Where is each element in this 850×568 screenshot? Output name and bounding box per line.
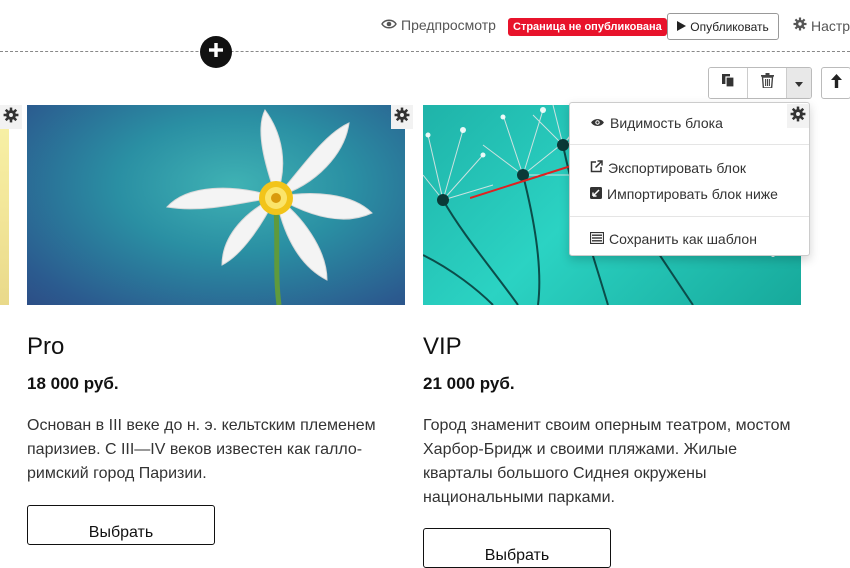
external-link-icon (590, 160, 603, 176)
publish-button[interactable]: Опубликовать (667, 13, 779, 40)
card-settings-button[interactable] (391, 105, 413, 129)
menu-item-visibility[interactable]: Видимость блока (590, 115, 723, 131)
plan-description: Город знаменит своим оперным театром, мо… (423, 417, 791, 506)
plan-price: 18 000 руб. (27, 374, 119, 393)
menu-item-save-template[interactable]: Сохранить как шаблон (589, 231, 757, 247)
menu-item-label: Импортировать блок ниже (607, 186, 778, 202)
publish-label: Опубликовать (690, 19, 769, 34)
gear-icon (394, 107, 410, 128)
menu-divider (570, 216, 809, 217)
choose-plan-button[interactable]: Выбрать (27, 505, 215, 545)
plus-circle-icon (208, 42, 224, 63)
menu-item-label: Сохранить как шаблон (609, 231, 757, 247)
plan-title: VIP (423, 333, 462, 360)
menu-divider (570, 144, 809, 145)
status-badge: Страница не опубликована (508, 18, 667, 36)
eye-icon (590, 115, 605, 131)
block-tools (708, 67, 812, 99)
gear-icon (3, 107, 19, 128)
gear-icon (790, 106, 806, 127)
move-up-button[interactable] (821, 67, 850, 99)
delete-block-button[interactable] (748, 68, 787, 98)
card-settings-button[interactable] (0, 105, 22, 129)
menu-item-label: Видимость блока (610, 115, 723, 131)
import-icon (590, 186, 602, 202)
gear-icon (793, 17, 807, 34)
previous-card-image (0, 105, 9, 305)
settings-label: Настр (811, 17, 850, 34)
eye-icon (381, 17, 397, 33)
menu-item-label: Экспортировать блок (608, 160, 746, 176)
settings-link[interactable]: Настр (793, 17, 850, 34)
block-menu-toggle[interactable] (787, 68, 811, 98)
add-block-button[interactable] (200, 36, 232, 68)
preview-link[interactable]: Предпросмотр (381, 17, 496, 33)
arrow-up-icon (830, 73, 842, 93)
choose-plan-button[interactable]: Выбрать (423, 528, 611, 568)
preview-label: Предпросмотр (401, 17, 496, 33)
plan-description: Основан в III веке до н. э. кельтским пл… (27, 417, 376, 482)
block-divider (0, 51, 850, 52)
copy-block-button[interactable] (709, 68, 748, 98)
copy-icon (721, 73, 735, 93)
menu-item-import[interactable]: Импортировать блок ниже (590, 186, 778, 202)
caret-down-icon (795, 74, 803, 92)
trash-icon (760, 73, 774, 93)
plan-title: Pro (27, 333, 65, 360)
plan-price: 21 000 руб. (423, 374, 515, 393)
template-icon (589, 231, 605, 247)
block-menu: Видимость блока Экспортировать блок Импо… (569, 102, 810, 256)
pro-plan-image (27, 105, 405, 305)
card-settings-button[interactable] (787, 104, 809, 128)
menu-item-export[interactable]: Экспортировать блок (590, 160, 746, 176)
play-icon (677, 20, 687, 34)
